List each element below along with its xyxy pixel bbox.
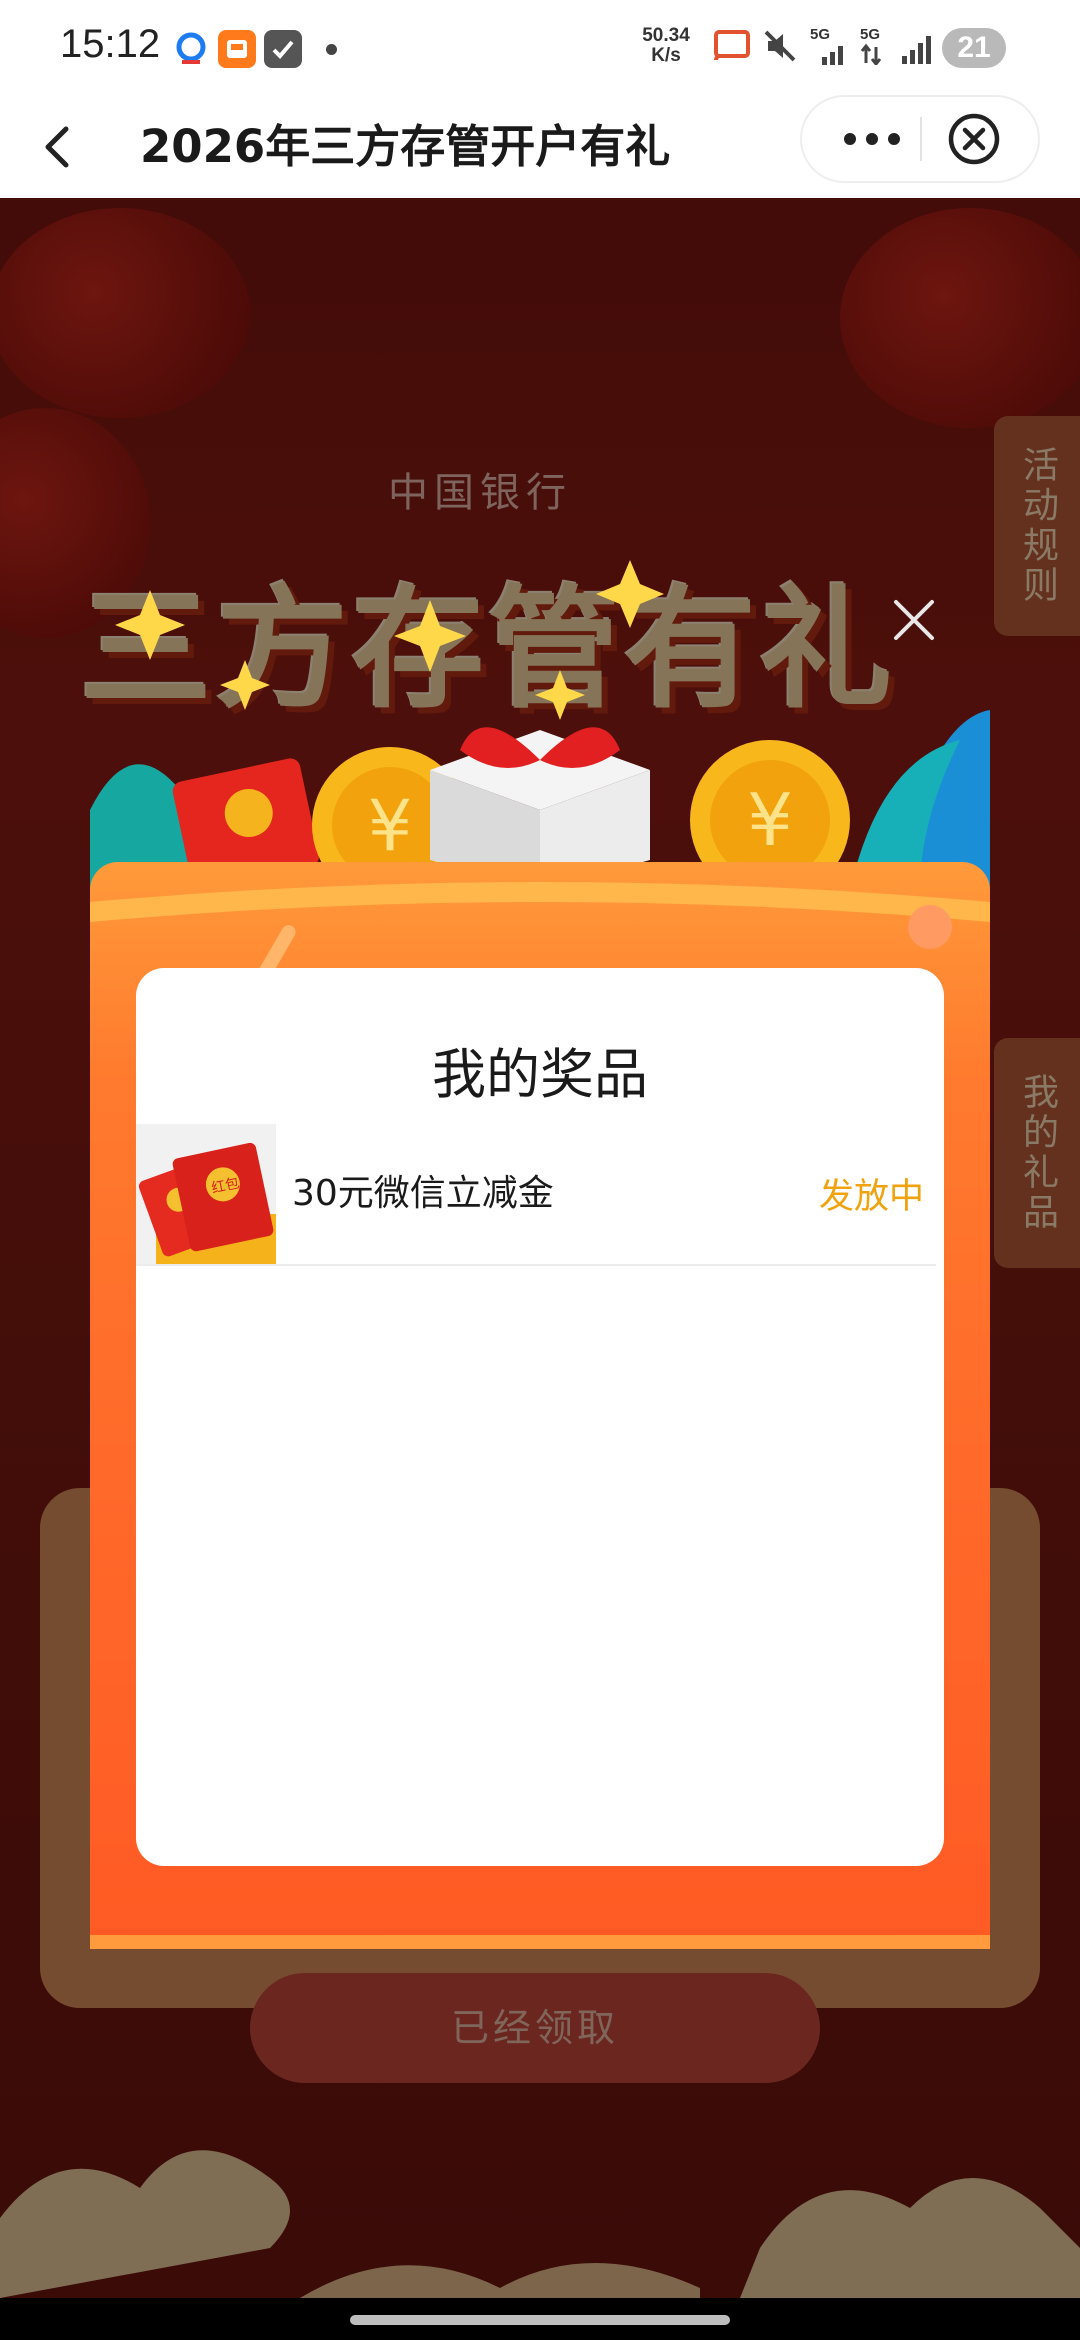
status-bar: 15:12 50.34 K/s 5G 5G 21 [0,0,1080,95]
back-button[interactable] [30,109,86,185]
close-miniprogram-button[interactable] [944,109,1004,169]
more-notifications-dot [326,44,337,55]
more-button[interactable] [842,131,902,147]
app-notification-icon-1 [172,30,210,68]
circle-close-icon [948,113,1000,165]
more-dots-icon [844,133,900,145]
svg-text:¥: ¥ [368,785,413,867]
signal-5g-icon-2: 5G [860,26,890,69]
signal-bars-icon [900,34,936,68]
mute-icon [762,28,798,68]
signal-1-label: 5G [810,26,831,43]
screen-cast-icon [712,28,752,68]
chevron-left-icon [45,126,69,168]
status-time: 15:12 [60,22,161,66]
red-envelope-thumbnail: 红包 [136,1124,276,1264]
system-nav-bar [0,2298,1080,2340]
prize-status: 发放中 [818,1177,924,1217]
prize-decoration: ¥ ¥ [90,560,990,890]
signal-5g-icon-1: 5G [810,26,850,69]
mini-program-navbar: 2026年三方存管开户有礼 [0,95,1080,198]
signal-2-label: 5G [860,26,881,43]
prize-list-title: 我的奖品 [432,1043,648,1106]
home-indicator[interactable] [350,2315,730,2325]
prize-item[interactable]: 红包 30元微信立减金 发放中 [136,1124,936,1266]
prize-name: 30元微信立减金 [292,1173,554,1214]
network-speed: 50.34 K/s [636,26,696,66]
page-title: 2026年三方存管开户有礼 [140,120,671,173]
network-speed-value: 50.34 [642,25,690,46]
capsule-divider [920,117,922,161]
modal-bottom-edge [90,1935,990,1949]
battery-indicator: 21 [942,28,1006,68]
app-notification-icon-2 [218,30,256,68]
prize-list-card: 我的奖品 红包 30元微信立减金 发放中 [136,968,944,1866]
svg-text:¥: ¥ [747,778,793,862]
mini-program-capsule [800,95,1040,183]
red-envelope-icon: 红包 [138,1142,276,1264]
network-speed-unit: K/s [651,45,681,66]
modal-top-highlight [90,882,990,979]
app-notification-icon-3 [264,30,302,68]
